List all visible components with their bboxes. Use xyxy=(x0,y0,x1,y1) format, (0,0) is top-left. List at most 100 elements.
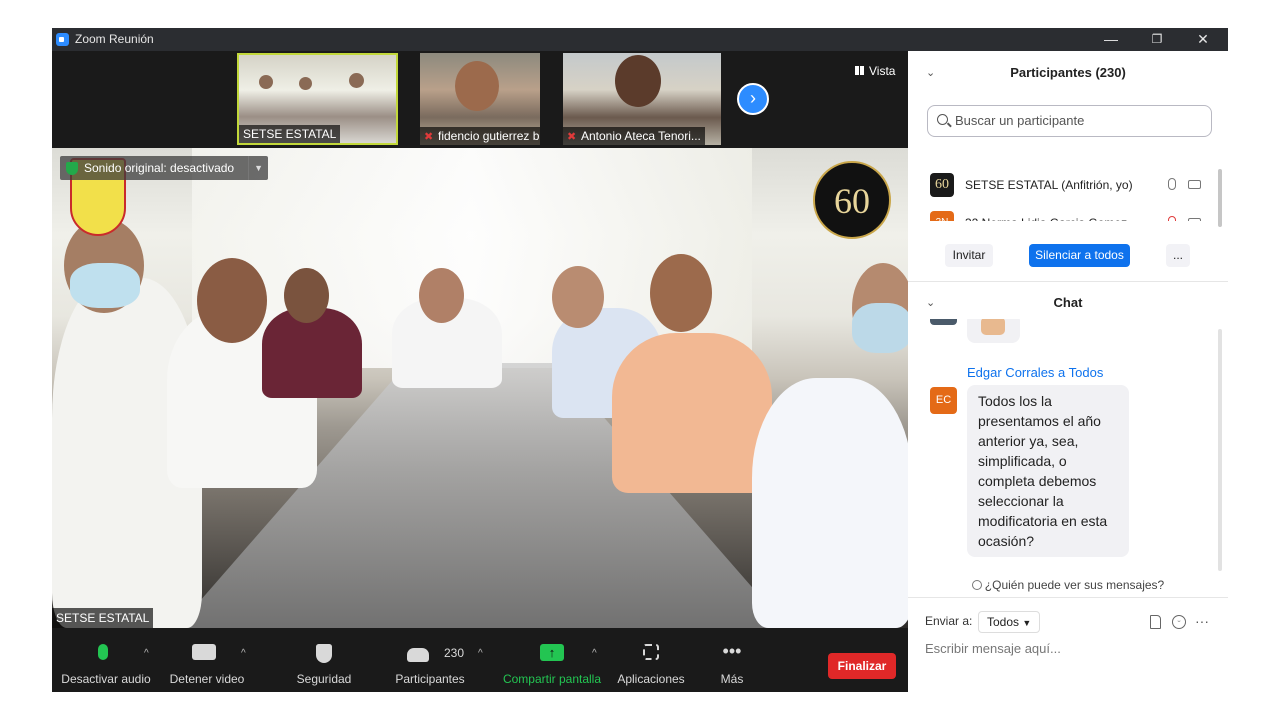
participant-figure xyxy=(349,73,364,88)
chat-author: Edgar Corrales a Todos xyxy=(967,365,1104,380)
muted-mic-icon[interactable] xyxy=(1168,216,1176,221)
chevron-right-icon: › xyxy=(750,88,756,108)
end-meeting-button[interactable]: Finalizar xyxy=(828,653,896,679)
video-camera-icon[interactable] xyxy=(1188,218,1201,221)
people-icon xyxy=(407,648,429,662)
original-sound-indicator[interactable]: Sonido original: desactivado ▼ xyxy=(60,156,269,180)
invite-button[interactable]: Invitar xyxy=(945,244,993,267)
chevron-down-icon[interactable]: ⌄ xyxy=(926,288,935,318)
chat-message-text: Todos los la presentamos el año anterior… xyxy=(978,393,1108,549)
chat-messages: Edgar Corrales a Todos EC Todos los la p… xyxy=(908,319,1228,575)
more-button[interactable]: ••• Más xyxy=(706,628,758,692)
share-screen-button[interactable]: ↑ ^ Compartir pantalla xyxy=(498,628,606,692)
video-thumbnail[interactable]: ✖ Antonio Ateca Tenori... xyxy=(563,53,721,145)
video-area: SETSE ESTATAL ✖ fidencio gutierrez b ✖ Ant… xyxy=(52,51,908,628)
thumbnail-name: ✖ Antonio Ateca Tenori... xyxy=(563,127,705,145)
participants-header: ⌄ Participantes (230) xyxy=(908,58,1228,88)
participant-figure xyxy=(615,55,661,107)
stop-video-button[interactable]: ^ Detener video xyxy=(165,628,249,692)
meeting-toolbar: ^ Desactivar audio ^ Detener video Segur… xyxy=(52,628,908,692)
video-camera-icon xyxy=(192,644,216,660)
person-head xyxy=(419,268,464,323)
next-page-button[interactable]: › xyxy=(737,83,769,115)
shield-icon xyxy=(66,162,78,175)
share-arrow-icon: ↑ xyxy=(540,644,564,661)
muted-mic-icon: ✖ xyxy=(424,131,434,143)
chat-header: ⌄ Chat xyxy=(908,288,1228,318)
participants-more-button[interactable]: ... xyxy=(1166,244,1190,267)
person-head xyxy=(650,254,712,332)
participant-figure xyxy=(299,77,312,90)
person-head xyxy=(197,258,267,343)
participant-search-input[interactable]: Buscar un participante xyxy=(927,105,1212,137)
avatar: EC xyxy=(930,387,957,414)
chevron-down-icon[interactable]: ▼ xyxy=(248,156,268,180)
mute-audio-button[interactable]: ^ Desactivar audio xyxy=(60,628,152,692)
chevron-up-icon[interactable]: ^ xyxy=(478,648,483,659)
participants-scrollbar[interactable] xyxy=(1218,169,1222,227)
shield-icon xyxy=(316,644,332,663)
main-video: Sonido original: desactivado ▼ 60 SETSE … xyxy=(52,148,908,628)
send-to-label: Enviar a: xyxy=(925,614,973,628)
window-title: Zoom Reunión xyxy=(75,32,154,46)
video-thumbnail[interactable]: SETSE ESTATAL xyxy=(237,53,398,145)
emoji-icon[interactable]: ᵕ xyxy=(1172,615,1186,629)
file-icon[interactable] xyxy=(1150,615,1161,629)
security-button[interactable]: Seguridad xyxy=(284,628,364,692)
microphone-icon[interactable] xyxy=(1168,178,1176,190)
zoom-logo-icon xyxy=(56,33,69,46)
thumbnail-name: ✖ fidencio gutierrez b xyxy=(420,127,540,145)
maximize-button[interactable]: ❐ xyxy=(1134,28,1180,51)
microphone-icon xyxy=(98,644,108,660)
apps-button[interactable]: Aplicaciones xyxy=(614,628,688,692)
chat-message-input[interactable]: Escribir mensaje aquí... xyxy=(925,637,1215,661)
avatar: 60 xyxy=(930,173,954,197)
chevron-up-icon[interactable]: ^ xyxy=(144,648,149,659)
muted-mic-icon: ✖ xyxy=(567,131,577,143)
participants-list: 60 SETSE ESTATAL (Anfitrión, yo) 3N 32 N… xyxy=(908,171,1228,221)
title-bar: Zoom Reunión — ❐ ✕ xyxy=(52,28,1228,51)
chevron-down-icon[interactable]: ⌄ xyxy=(926,58,935,88)
video-thumbnail[interactable]: ✖ fidencio gutierrez b xyxy=(420,53,540,145)
participant-row[interactable]: 3N 32 Norma Lidia Garcia Gomez xyxy=(928,209,1208,221)
apps-icon xyxy=(643,644,659,660)
grid-icon xyxy=(855,66,864,75)
chat-scrollbar[interactable] xyxy=(1218,329,1222,571)
who-can-see-link[interactable]: ¿Quién puede ver sus mensajes? xyxy=(908,574,1228,596)
chevron-up-icon[interactable]: ^ xyxy=(241,648,246,659)
mute-all-button[interactable]: Silenciar a todos xyxy=(1029,244,1130,267)
participant-figure xyxy=(455,61,499,111)
thumbnail-name: SETSE ESTATAL xyxy=(239,125,341,143)
chevron-up-icon[interactable]: ^ xyxy=(592,648,597,659)
close-button[interactable]: ✕ xyxy=(1180,28,1226,51)
send-to-select[interactable]: Todos ▼ xyxy=(978,611,1041,633)
divider xyxy=(908,281,1228,282)
anniversary-logo: 60 xyxy=(813,161,891,239)
chat-more-icon[interactable]: ··· xyxy=(1195,609,1209,633)
person-icon xyxy=(971,580,982,590)
zoom-window: Zoom Reunión — ❐ ✕ SETSE ESTATAL ✖ fidenc… xyxy=(52,28,1228,692)
minimize-button[interactable]: — xyxy=(1088,28,1134,51)
chat-bubble: Todos los la presentamos el año anterior… xyxy=(967,385,1129,557)
face-mask xyxy=(70,263,140,308)
view-button[interactable]: Vista xyxy=(849,61,901,81)
avatar: 3N xyxy=(930,211,954,221)
chat-bubble xyxy=(967,319,1020,343)
person-shirt xyxy=(752,378,908,628)
person-head xyxy=(284,268,329,323)
more-dots-icon: ••• xyxy=(722,641,742,661)
video-camera-icon[interactable] xyxy=(1188,180,1201,189)
divider xyxy=(908,597,1228,598)
participant-figure xyxy=(259,75,273,89)
person-shirt xyxy=(612,333,772,493)
face-mask xyxy=(852,303,908,353)
thumbs-up-icon xyxy=(981,319,1005,335)
participant-row[interactable]: 60 SETSE ESTATAL (Anfitrión, yo) xyxy=(928,171,1208,199)
participants-count: 230 xyxy=(444,646,465,660)
search-icon xyxy=(937,114,948,125)
side-panel: ⌄ Participantes (230) Buscar un particip… xyxy=(908,51,1228,692)
chevron-down-icon: ▼ xyxy=(1022,618,1032,628)
participants-button[interactable]: 230 ^ Participantes xyxy=(386,628,482,692)
main-video-name: SETSE ESTATAL xyxy=(52,608,154,628)
person-head xyxy=(552,266,604,328)
